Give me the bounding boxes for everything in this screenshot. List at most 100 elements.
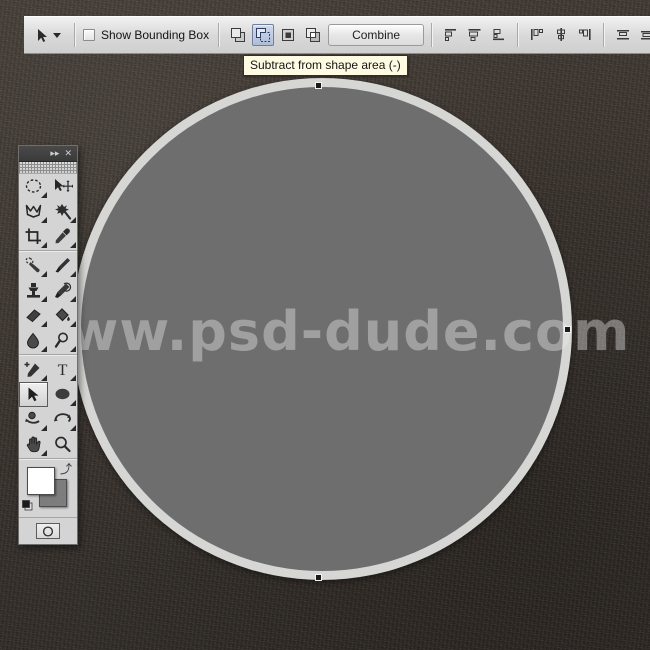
divider — [19, 250, 77, 252]
checkbox-box[interactable] — [83, 29, 95, 41]
tools-group-selection — [19, 174, 77, 249]
close-panel-icon[interactable]: ✕ — [64, 149, 72, 158]
quick-mask-icon — [41, 526, 55, 537]
dodge-tool[interactable] — [48, 328, 77, 353]
swap-colors-icon[interactable]: ⤴ — [60, 463, 72, 475]
subtract-from-shape-area-icon — [255, 27, 271, 43]
path-selection-arrow-icon — [26, 386, 41, 403]
pen-tool[interactable] — [19, 357, 48, 382]
move-tool[interactable] — [48, 174, 77, 199]
align-left-edges-icon — [443, 27, 459, 43]
tool-flyout-indicator — [41, 242, 47, 248]
brush-tool[interactable] — [48, 253, 77, 278]
foreground-color-swatch[interactable] — [27, 467, 55, 495]
combine-button[interactable]: Combine — [328, 24, 424, 46]
quick-mask-row — [19, 517, 77, 544]
subtract-from-shape-area-button[interactable] — [252, 24, 274, 46]
history-brush-tool[interactable] — [48, 278, 77, 303]
align-left-edges-button[interactable] — [440, 24, 462, 46]
edit-in-quick-mask-mode-button[interactable] — [36, 523, 60, 539]
add-to-shape-area-button[interactable] — [227, 24, 249, 46]
tool-flyout-indicator — [41, 217, 47, 223]
divider — [431, 23, 433, 47]
distribute-top-edges-button[interactable] — [612, 24, 634, 46]
tool-flyout-indicator — [41, 375, 47, 381]
tool-flyout-indicator — [70, 296, 76, 302]
tool-flyout-indicator — [70, 425, 76, 431]
clone-stamp-tool[interactable] — [19, 278, 48, 303]
horizontal-type-tool[interactable]: T — [48, 357, 77, 382]
tool-flyout-indicator — [41, 425, 47, 431]
3d-object-rotate-tool[interactable] — [19, 407, 48, 432]
lasso-tool[interactable] — [19, 199, 48, 224]
divider — [517, 23, 519, 47]
intersect-shape-areas-button[interactable] — [277, 24, 299, 46]
align-vertical-centers-button[interactable] — [550, 24, 572, 46]
ellipse-shape-fill[interactable] — [81, 87, 563, 571]
distribute-vertical-centers-button[interactable] — [636, 24, 650, 46]
default-colors-icon[interactable] — [22, 500, 33, 511]
tool-flyout-indicator — [41, 192, 47, 198]
3d-rotate-camera-tool[interactable] — [48, 407, 77, 432]
options-bar: Show Bounding Box — [24, 16, 650, 54]
collapse-panel-icon[interactable]: ▸▸ — [50, 149, 59, 158]
show-bounding-box-checkbox[interactable]: Show Bounding Box — [83, 28, 211, 42]
tool-flyout-indicator — [70, 242, 76, 248]
blur-tool[interactable] — [19, 328, 48, 353]
intersect-shape-areas-icon — [280, 27, 296, 43]
align-right-edges-icon — [491, 27, 507, 43]
chevron-down-icon — [53, 33, 61, 38]
align-horizontal-centers-button[interactable] — [464, 24, 486, 46]
color-swatches-area: ⤴ — [19, 461, 77, 517]
tool-flyout-indicator — [41, 271, 47, 277]
hand-tool[interactable] — [19, 432, 48, 457]
divider — [19, 354, 77, 356]
eyedropper-tool[interactable] — [48, 224, 77, 249]
tool-flyout-indicator — [41, 450, 47, 456]
eraser-tool[interactable] — [19, 303, 48, 328]
divider — [218, 23, 220, 47]
elliptical-marquee-tool[interactable] — [19, 174, 48, 199]
crop-tool[interactable] — [19, 224, 48, 249]
path-selection-tool[interactable] — [19, 382, 48, 407]
tools-group-vector: T — [19, 357, 77, 457]
path-anchor-point-right[interactable] — [564, 326, 571, 333]
distribute-vertical-centers-icon — [639, 27, 650, 43]
paint-bucket-tool[interactable] — [48, 303, 77, 328]
tool-flyout-indicator — [70, 400, 76, 406]
distribute-top-edges-icon — [615, 27, 631, 43]
tools-panel-drag-handle[interactable] — [19, 162, 77, 174]
align-top-edges-button[interactable] — [526, 24, 548, 46]
tool-flyout-indicator — [70, 375, 76, 381]
path-selection-arrow-icon — [36, 28, 49, 43]
magic-wand-tool[interactable] — [48, 199, 77, 224]
move-tool-icon — [53, 177, 73, 196]
ellipse-shape-ring[interactable] — [72, 78, 572, 580]
path-anchor-point-top[interactable] — [315, 82, 322, 89]
tool-flyout-indicator — [70, 346, 76, 352]
align-vertical-centers-icon — [553, 27, 569, 43]
tools-panel-header[interactable]: ▸▸ ✕ — [19, 146, 77, 162]
tools-group-retouch — [19, 253, 77, 353]
svg-text:T: T — [58, 362, 68, 379]
tooltip: Subtract from shape area (-) — [243, 55, 408, 76]
ellipse-tool[interactable] — [48, 382, 77, 407]
tool-preset-picker[interactable] — [24, 28, 67, 43]
tool-flyout-indicator — [70, 271, 76, 277]
path-anchor-point-bottom[interactable] — [315, 574, 322, 581]
spot-healing-brush-tool[interactable] — [19, 253, 48, 278]
zoom-tool-icon — [53, 435, 72, 454]
show-bounding-box-label: Show Bounding Box — [101, 28, 209, 42]
tool-flyout-indicator — [41, 296, 47, 302]
tool-flyout-indicator — [70, 321, 76, 327]
align-right-edges-button[interactable] — [488, 24, 510, 46]
align-bottom-edges-button[interactable] — [574, 24, 596, 46]
zoom-tool[interactable] — [48, 432, 77, 457]
align-vertical-group — [526, 24, 596, 46]
divider — [19, 458, 77, 460]
exclude-overlapping-shape-areas-button[interactable] — [302, 24, 324, 46]
path-operations-group — [227, 24, 324, 46]
divider — [603, 23, 605, 47]
tool-flyout-indicator — [41, 321, 47, 327]
add-to-shape-area-icon — [230, 27, 246, 43]
